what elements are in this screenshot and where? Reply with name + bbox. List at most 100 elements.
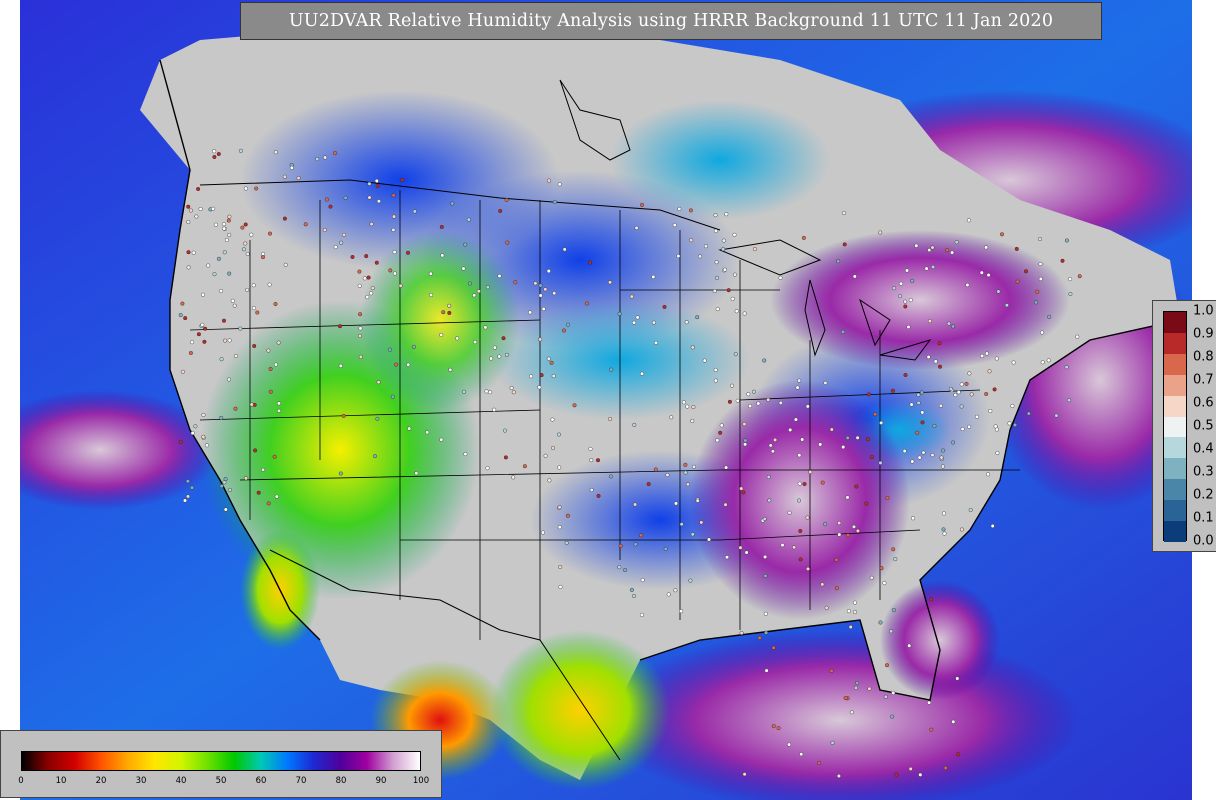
innovation-colorbar-segment	[1164, 353, 1186, 375]
station-marker	[392, 214, 397, 219]
station-marker	[873, 412, 878, 417]
station-marker	[845, 495, 850, 500]
station-marker	[855, 435, 860, 440]
station-marker	[948, 386, 953, 391]
station-marker	[1024, 269, 1029, 274]
station-marker	[911, 516, 916, 521]
station-marker	[206, 263, 211, 268]
station-marker	[930, 453, 935, 458]
station-marker	[766, 397, 771, 402]
station-marker	[357, 333, 362, 338]
station-marker	[878, 230, 883, 235]
station-marker	[916, 400, 921, 405]
station-marker	[836, 774, 841, 779]
station-marker	[178, 313, 183, 318]
map-title: UU2DVAR Relative Humidity Analysis using…	[240, 2, 1102, 40]
station-marker	[899, 281, 904, 286]
station-marker	[549, 360, 554, 365]
station-marker	[910, 278, 915, 283]
station-marker	[488, 390, 493, 395]
station-marker	[557, 182, 562, 187]
station-marker	[817, 761, 822, 766]
innovation-tick-label: 0.3	[1193, 464, 1214, 480]
station-marker	[243, 222, 248, 227]
station-marker	[552, 200, 557, 205]
station-marker	[232, 303, 237, 308]
station-marker	[538, 283, 543, 288]
station-marker	[757, 635, 762, 640]
station-marker	[995, 451, 1000, 456]
station-marker	[806, 566, 811, 571]
innovation-colorbar-segment	[1164, 416, 1186, 438]
station-marker	[942, 511, 947, 516]
station-marker	[467, 281, 472, 286]
station-marker	[764, 668, 769, 673]
station-marker	[266, 348, 271, 353]
station-marker	[252, 344, 257, 349]
station-marker	[485, 466, 490, 471]
station-marker	[439, 224, 444, 229]
station-marker	[778, 275, 783, 280]
station-marker	[375, 184, 380, 189]
station-marker	[282, 174, 287, 179]
station-marker	[992, 387, 997, 392]
station-marker	[930, 245, 935, 250]
station-marker	[633, 542, 638, 547]
station-marker	[855, 681, 860, 686]
innovation-tick-label: 0.7	[1193, 372, 1214, 388]
station-marker	[907, 643, 912, 648]
station-marker	[841, 329, 846, 334]
station-marker	[752, 247, 757, 252]
station-marker	[797, 481, 802, 486]
station-marker	[328, 204, 333, 209]
station-marker	[1068, 292, 1073, 297]
station-marker	[227, 214, 232, 219]
rh-tick-label: 40	[175, 776, 187, 786]
station-marker	[703, 244, 708, 249]
station-marker	[447, 310, 452, 315]
station-marker	[203, 326, 208, 331]
station-marker	[937, 341, 942, 346]
station-marker	[956, 752, 961, 757]
station-marker	[370, 286, 375, 291]
station-marker	[406, 362, 411, 367]
station-marker	[798, 529, 803, 534]
station-marker	[721, 238, 726, 243]
station-marker	[732, 232, 737, 237]
station-marker	[980, 353, 985, 358]
station-marker	[558, 565, 563, 570]
station-marker	[837, 532, 842, 537]
station-marker	[1034, 300, 1039, 305]
innovation-tick-label: 0.6	[1193, 395, 1214, 411]
station-marker	[562, 247, 567, 252]
station-marker	[189, 485, 194, 490]
station-marker	[267, 282, 272, 287]
station-marker	[735, 398, 740, 403]
station-marker	[698, 254, 703, 259]
station-marker	[529, 374, 534, 379]
station-marker	[903, 373, 908, 378]
station-marker	[249, 402, 254, 407]
station-marker	[223, 338, 228, 343]
station-marker	[200, 292, 205, 297]
station-marker	[376, 199, 381, 204]
station-marker	[267, 231, 272, 236]
innovation-colorbar-segment	[1164, 521, 1186, 542]
station-marker	[640, 202, 645, 207]
station-marker	[633, 502, 638, 507]
station-marker	[776, 726, 781, 731]
rh-analysis-map	[20, 0, 1192, 800]
station-marker	[425, 430, 430, 435]
station-marker	[253, 448, 258, 453]
station-marker	[732, 272, 737, 277]
station-marker	[903, 304, 908, 309]
innovation-tick-label: 0.8	[1193, 349, 1214, 365]
station-marker	[739, 631, 744, 636]
station-marker	[400, 177, 405, 182]
innovation-colorbar-segment	[1164, 312, 1186, 333]
station-marker	[201, 413, 206, 418]
station-marker	[634, 225, 639, 230]
station-marker	[742, 311, 747, 316]
station-marker	[823, 522, 828, 527]
station-marker	[204, 443, 209, 448]
